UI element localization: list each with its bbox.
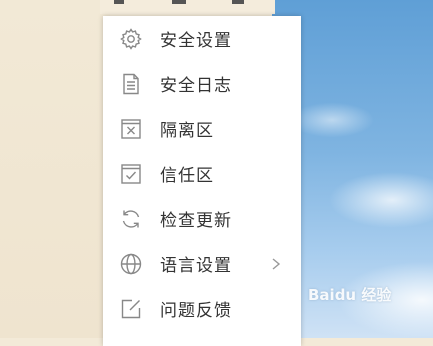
menu-item-label: 安全设置 — [160, 31, 232, 51]
top-toolbar-strip — [100, 0, 275, 14]
quarantine-box-icon — [119, 117, 143, 141]
watermark: Baidu 经验 — [308, 286, 392, 304]
checkbox-icon — [119, 162, 143, 186]
menu-item-label: 隔离区 — [160, 121, 214, 141]
menu-item-check-update[interactable]: 检查更新 — [103, 196, 301, 241]
document-icon — [119, 72, 143, 96]
menu-item-label: 检查更新 — [160, 211, 232, 231]
toolbar-icon-fragment — [172, 0, 186, 4]
toolbar-icon-fragment — [114, 0, 124, 4]
refresh-icon — [119, 207, 143, 231]
menu-item-feedback[interactable]: 问题反馈 — [103, 286, 301, 331]
menu-item-label: 问题反馈 — [160, 301, 232, 321]
menu-item-label: 安全日志 — [160, 76, 232, 96]
dropdown-menu: 安全设置 安全日志 隔离区 信任区 检查更新 语言设置 问题反馈 — [103, 16, 301, 346]
globe-icon — [119, 252, 143, 276]
menu-item-label: 语言设置 — [160, 256, 232, 276]
toolbar-icon-fragment — [232, 0, 244, 4]
menu-item-trust-zone[interactable]: 信任区 — [103, 151, 301, 196]
chevron-right-icon — [269, 252, 283, 276]
background-left-panel — [0, 0, 110, 338]
gear-icon — [119, 27, 143, 51]
menu-item-security-settings[interactable]: 安全设置 — [103, 16, 301, 61]
edit-icon — [119, 297, 143, 321]
menu-item-security-log[interactable]: 安全日志 — [103, 61, 301, 106]
menu-item-quarantine[interactable]: 隔离区 — [103, 106, 301, 151]
menu-item-label: 信任区 — [160, 166, 214, 186]
menu-item-language-settings[interactable]: 语言设置 — [103, 241, 301, 286]
